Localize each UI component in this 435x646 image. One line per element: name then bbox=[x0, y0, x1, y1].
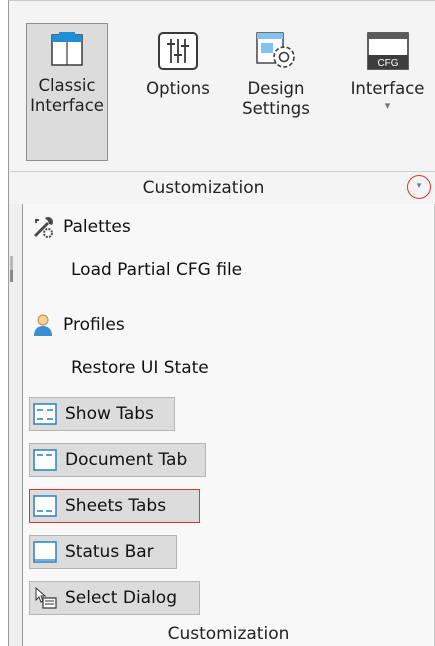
menu-item-document-tab[interactable]: Document Tab bbox=[29, 443, 206, 477]
sheets-tabs-icon bbox=[33, 495, 57, 517]
design-settings-label-2: Settings bbox=[242, 99, 310, 118]
options-label: Options bbox=[146, 79, 210, 98]
palettes-tools-icon bbox=[34, 217, 54, 238]
menu-item-label: Document Tab bbox=[65, 450, 188, 470]
menu-item-label: Profiles bbox=[63, 315, 125, 335]
ribbon-panel: Classic Interface Options Design Setting… bbox=[8, 0, 435, 204]
classic-interface-label-1: Classic bbox=[38, 76, 96, 95]
dropdown-footer-title: Customization bbox=[167, 624, 290, 644]
edge-marker bbox=[10, 270, 13, 282]
menu-item-label: Restore UI State bbox=[71, 358, 209, 378]
menu-item-label: Status Bar bbox=[65, 542, 154, 562]
menu-item-show-tabs[interactable]: Show Tabs bbox=[29, 397, 175, 431]
classic-interface-icon bbox=[51, 32, 83, 66]
show-tabs-icon bbox=[33, 403, 57, 425]
cfg-icon-text: CFG bbox=[377, 58, 398, 69]
design-settings-label-1: Design bbox=[247, 79, 305, 98]
menu-item-status-bar[interactable]: Status Bar bbox=[29, 535, 177, 569]
document-tab-icon bbox=[33, 449, 57, 471]
customization-dropdown-menu: Palettes Load Partial CFG file Profiles … bbox=[22, 204, 435, 646]
interface-button[interactable]: CFG Interface ▾ bbox=[339, 23, 435, 161]
design-settings-button[interactable]: Design Settings bbox=[234, 23, 318, 161]
classic-interface-label-2: Interface bbox=[30, 96, 104, 115]
classic-interface-button[interactable]: Classic Interface bbox=[26, 23, 108, 161]
panel-expander-button[interactable]: ▾ bbox=[407, 175, 431, 199]
menu-item-label: Show Tabs bbox=[65, 404, 154, 424]
select-dialog-icon bbox=[35, 586, 57, 609]
menu-item-sheets-tabs[interactable]: Sheets Tabs bbox=[29, 489, 200, 523]
menu-item-select-dialog[interactable]: Select Dialog bbox=[29, 581, 200, 615]
options-sliders-icon bbox=[158, 32, 198, 70]
options-button[interactable]: Options bbox=[134, 23, 222, 161]
interface-label: Interface bbox=[350, 79, 425, 98]
menu-item-label: Sheets Tabs bbox=[65, 496, 167, 516]
menu-item-label: Palettes bbox=[63, 217, 131, 237]
cfg-interface-icon: CFG bbox=[366, 32, 409, 70]
menu-item-label: Load Partial CFG file bbox=[71, 260, 243, 280]
profiles-user-icon bbox=[34, 314, 52, 336]
menu-item-label: Select Dialog bbox=[65, 588, 177, 608]
status-bar-icon bbox=[33, 541, 57, 563]
background-window-edge bbox=[8, 204, 22, 646]
chevron-down-icon[interactable]: ▾ bbox=[339, 99, 435, 113]
design-settings-gear-icon bbox=[256, 32, 295, 68]
customization-panel-title: Customization bbox=[10, 171, 435, 205]
